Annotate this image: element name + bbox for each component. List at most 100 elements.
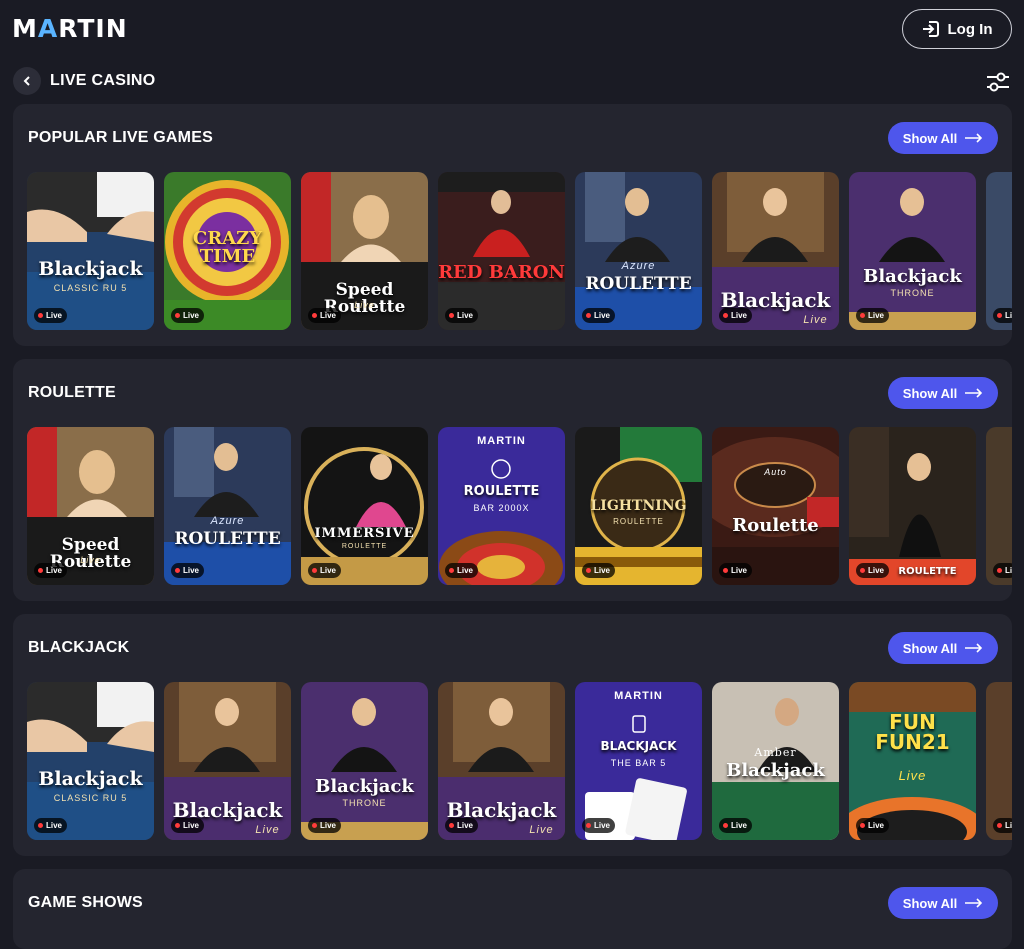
- game-card[interactable]: Auto Roulette Live: [712, 427, 839, 585]
- page-title: LIVE CASINO: [50, 72, 156, 89]
- live-dot: [449, 823, 454, 828]
- live-label: Live: [594, 566, 611, 575]
- filter-icon[interactable]: [985, 69, 1011, 95]
- game-thumbnail: [27, 172, 154, 330]
- live-dot: [997, 313, 1002, 318]
- game-title: FUN FUN21: [875, 710, 950, 754]
- live-label: Live: [183, 311, 200, 320]
- live-dot: [997, 823, 1002, 828]
- game-thumbnail: [164, 427, 291, 585]
- game-title: Blackjack: [726, 760, 825, 781]
- game-card[interactable]: Blackjack THRONE Live: [301, 682, 428, 840]
- live-dot: [860, 568, 865, 573]
- game-subtitle: THRONE: [890, 288, 935, 298]
- show-all-label: Show All: [902, 130, 958, 146]
- live-dot: [38, 313, 43, 318]
- show-all-button[interactable]: Show All: [888, 887, 998, 919]
- game-subtitle: Amber: [754, 746, 797, 759]
- game-title: Roulette: [732, 515, 819, 536]
- game-card[interactable]: IMMERSIVE ROULETTE Live: [301, 427, 428, 585]
- live-dot: [860, 313, 865, 318]
- live-label: Live: [320, 566, 337, 575]
- game-title: ROULETTE: [898, 566, 957, 577]
- game-card[interactable]: Azure ROULETTE Live: [164, 427, 291, 585]
- game-carousel[interactable]: Speed Roulette Live Live Azure ROULETTE …: [27, 427, 1012, 585]
- show-all-label: Show All: [902, 385, 958, 401]
- live-label: Live: [731, 311, 748, 320]
- game-thumbnail: [986, 427, 1012, 585]
- show-all-label: Show All: [902, 895, 958, 911]
- game-card[interactable]: Blackjack Live Live: [164, 682, 291, 840]
- live-label: Live: [46, 311, 63, 320]
- game-subtitle: CLASSIC RU 5: [53, 283, 128, 293]
- section-title: ROULETTE: [28, 384, 116, 401]
- live-dot: [723, 823, 728, 828]
- live-badge: Live: [171, 563, 205, 578]
- live-badge: Live: [856, 563, 890, 578]
- game-card[interactable]: ROULETTE Live: [849, 427, 976, 585]
- game-card[interactable]: Blackjack THRONE Live: [849, 172, 976, 330]
- live-badge: Live: [719, 563, 753, 578]
- live-badge: Live: [719, 308, 753, 323]
- live-badge: Live: [308, 563, 342, 578]
- game-card[interactable]: Li: [986, 172, 1012, 330]
- game-subtitle: ROULETTE: [613, 517, 664, 526]
- game-card[interactable]: RED BARON Live: [438, 172, 565, 330]
- game-card[interactable]: Blackjack CLASSIC RU 5 Live: [27, 682, 154, 840]
- show-all-button[interactable]: Show All: [888, 122, 998, 154]
- live-label: Li: [1005, 311, 1012, 320]
- live-dot: [312, 823, 317, 828]
- live-label: Live: [457, 821, 474, 830]
- live-dot: [449, 313, 454, 318]
- game-carousel[interactable]: Blackjack CLASSIC RU 5 Live Blackjack Li…: [27, 682, 1012, 840]
- live-label: Live: [46, 566, 63, 575]
- game-subtitle: Azure: [210, 515, 245, 527]
- back-button[interactable]: [13, 67, 41, 95]
- show-all-button[interactable]: Show All: [888, 377, 998, 409]
- game-card[interactable]: CRAZY TIME Live: [164, 172, 291, 330]
- show-all-label: Show All: [902, 640, 958, 656]
- live-badge: Live: [445, 563, 479, 578]
- live-badge: Li: [993, 818, 1012, 833]
- live-badge: Live: [856, 818, 890, 833]
- section-title: GAME SHOWS: [28, 894, 143, 911]
- live-dot: [723, 313, 728, 318]
- live-label: Live: [46, 821, 63, 830]
- chevron-left-icon: [23, 76, 30, 86]
- martin-logo[interactable]: MARTIN: [12, 14, 128, 43]
- game-subtitle: Auto: [764, 467, 787, 477]
- live-label: Live: [594, 311, 611, 320]
- live-label: Li: [1005, 821, 1012, 830]
- game-carousel[interactable]: Blackjack CLASSIC RU 5 Live CRAZY TIME L…: [27, 172, 1012, 330]
- live-label: Live: [868, 566, 885, 575]
- game-title: ROULETTE: [463, 484, 540, 499]
- game-thumbnail: [27, 682, 154, 840]
- game-subtitle: BAR 2000X: [473, 503, 530, 513]
- game-card[interactable]: Blackjack CLASSIC RU 5 Live: [27, 172, 154, 330]
- show-all-button[interactable]: Show All: [888, 632, 998, 664]
- game-card[interactable]: Speed Roulette Live Live: [27, 427, 154, 585]
- game-card[interactable]: Speed Roulette Live Live: [301, 172, 428, 330]
- game-title: CRAZY TIME: [192, 228, 263, 267]
- live-dot: [586, 568, 591, 573]
- game-thumbnail: [438, 172, 565, 330]
- live-dot: [723, 568, 728, 573]
- arrow-right-icon: [965, 133, 983, 143]
- game-title: IMMERSIVE: [314, 526, 415, 541]
- game-subtitle: Live: [529, 824, 554, 836]
- login-label: Log In: [947, 20, 993, 38]
- game-card[interactable]: MARTIN BLACKJACK THE BAR 5 Live: [575, 682, 702, 840]
- game-title: Blackjack: [172, 798, 283, 822]
- login-button[interactable]: Log In: [902, 9, 1012, 49]
- game-card[interactable]: Li: [986, 427, 1012, 585]
- game-card[interactable]: Azure ROULETTE Live: [575, 172, 702, 330]
- game-card[interactable]: Blackjack Live Live: [438, 682, 565, 840]
- game-card[interactable]: LIGHTNING ROULETTE Live: [575, 427, 702, 585]
- game-card[interactable]: FUN FUN21 Live Live: [849, 682, 976, 840]
- game-card[interactable]: Amber Blackjack Live: [712, 682, 839, 840]
- section-title: POPULAR LIVE GAMES: [28, 129, 213, 146]
- game-card[interactable]: Blackjack Live Live: [712, 172, 839, 330]
- game-card[interactable]: Li: [986, 682, 1012, 840]
- game-card[interactable]: MARTIN ROULETTE BAR 2000X Live: [438, 427, 565, 585]
- live-badge: Live: [719, 818, 753, 833]
